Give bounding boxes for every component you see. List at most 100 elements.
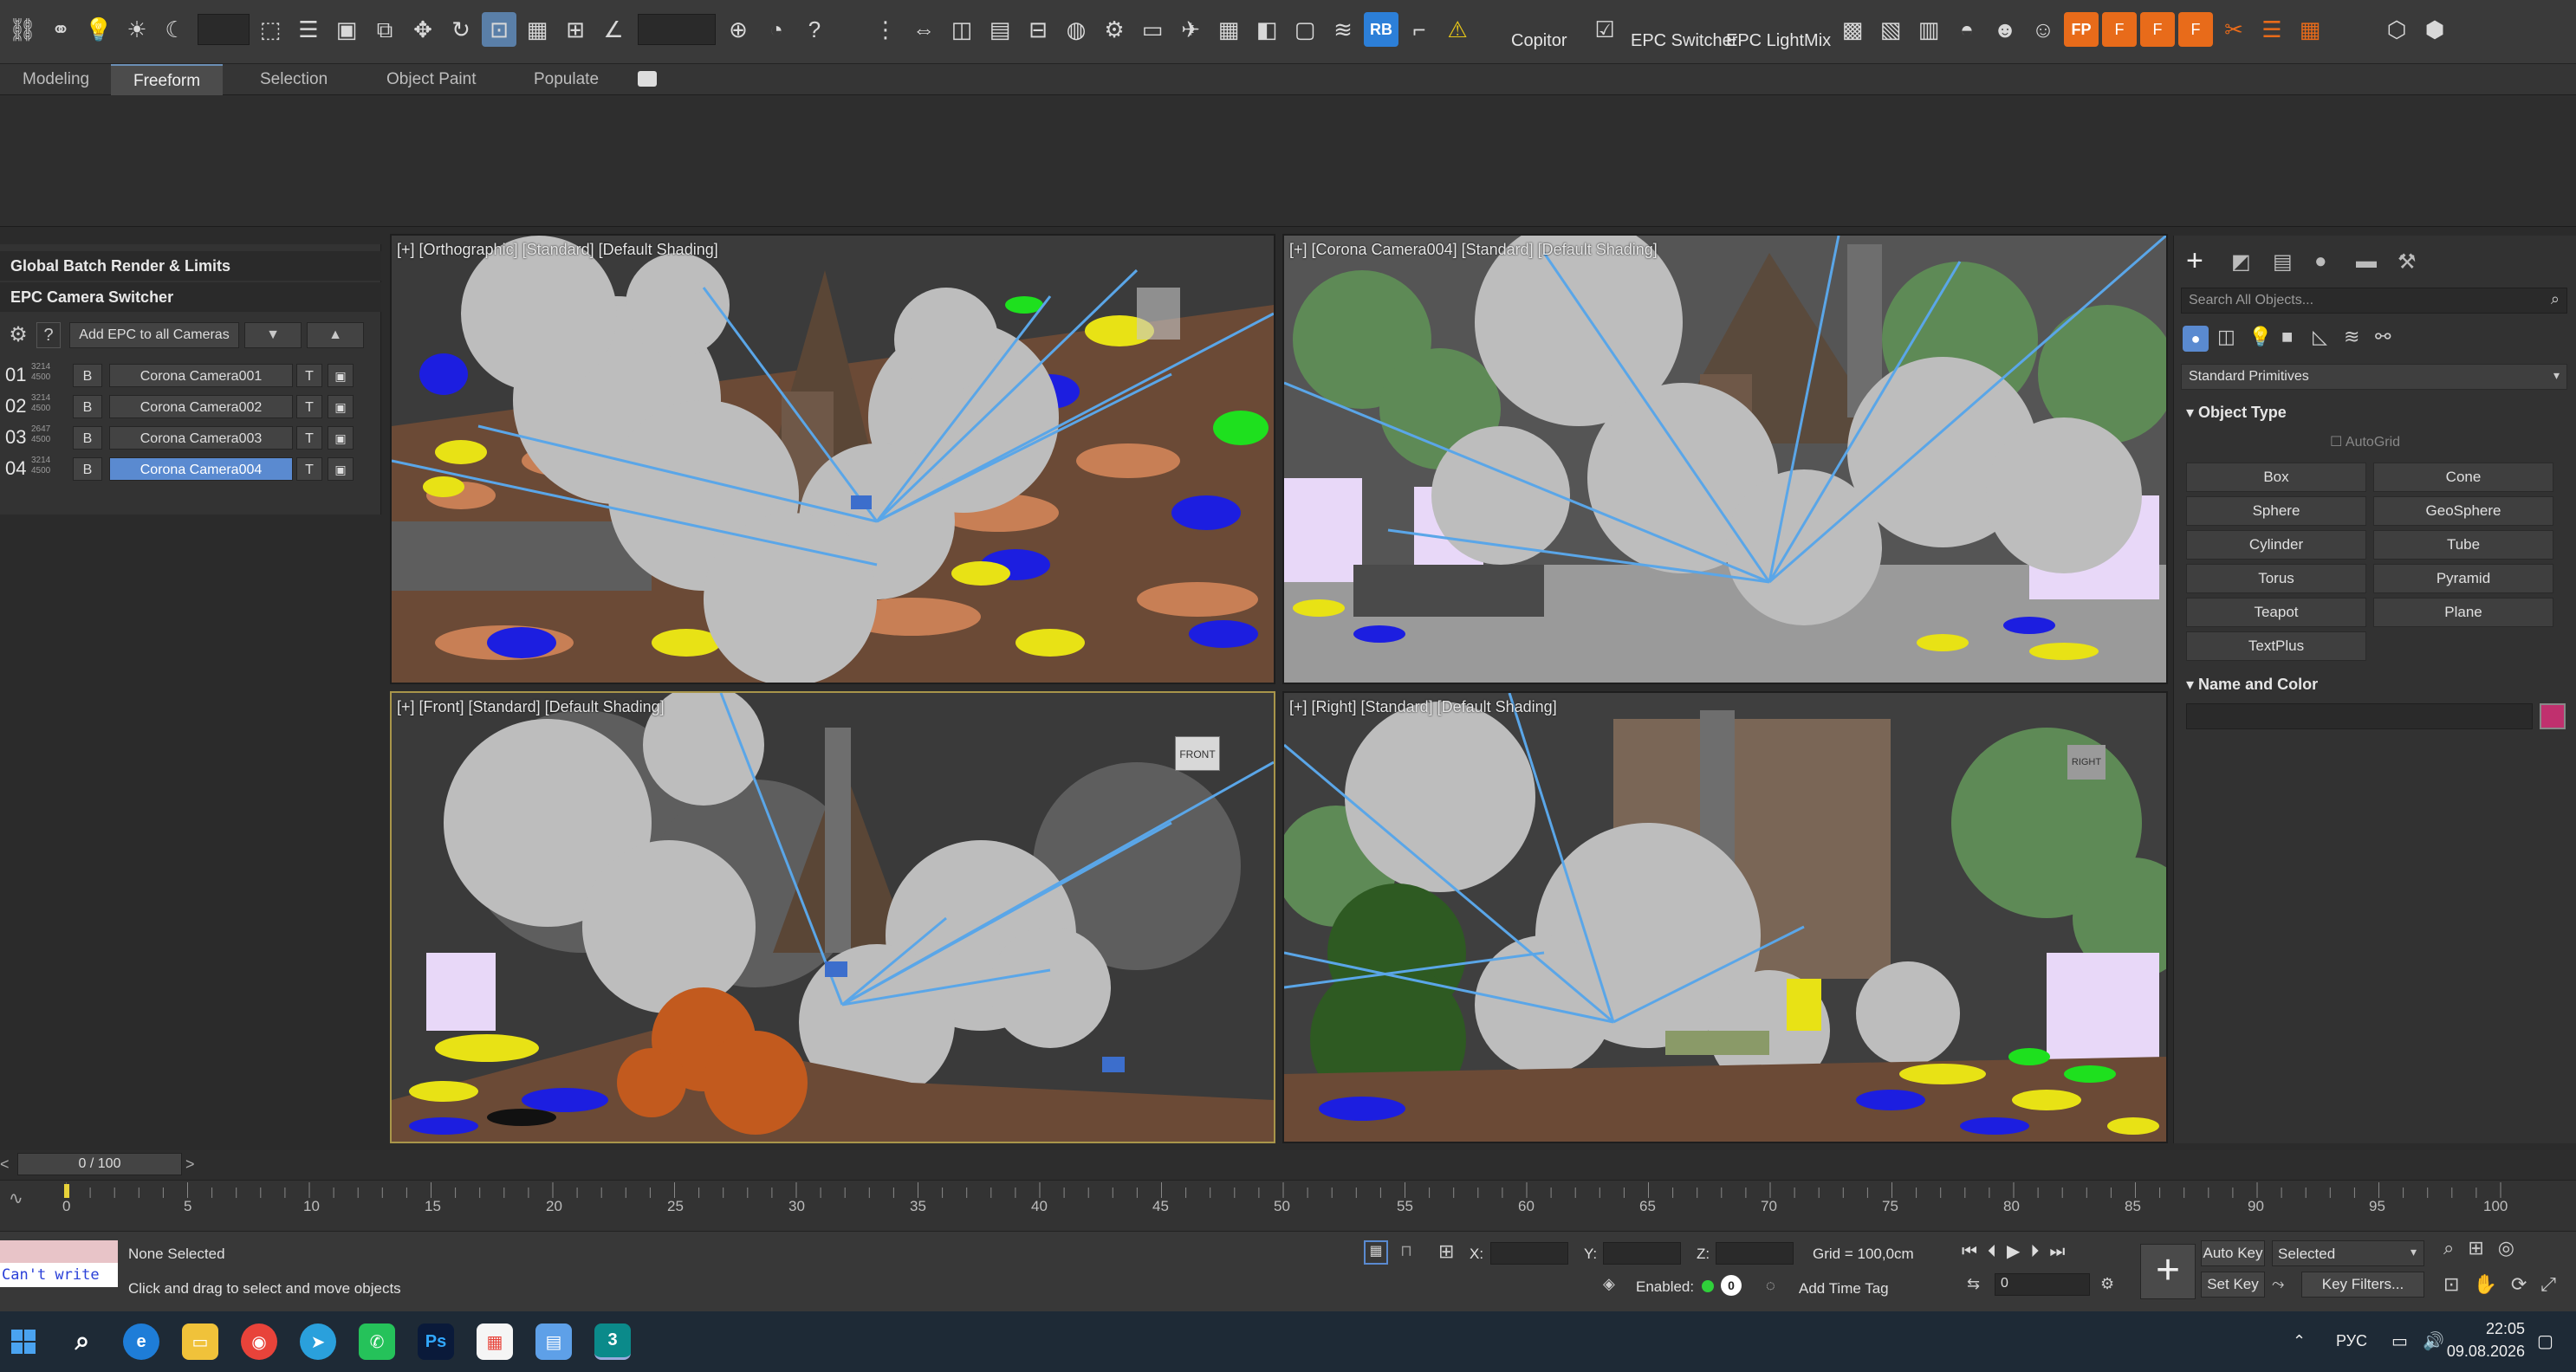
object-name-input[interactable] <box>2186 703 2533 729</box>
clock-date[interactable]: 09.08.2026 <box>2436 1343 2525 1361</box>
goto-end-icon[interactable]: ⏭ <box>2049 1242 2075 1261</box>
goto-start-icon[interactable]: ⏮ <box>1962 1242 1988 1261</box>
pivot-icon[interactable]: ⊕ <box>721 12 756 47</box>
chevron-left-icon[interactable]: < <box>0 1155 10 1174</box>
isolate-icon[interactable]: ▦ <box>1364 1240 1388 1265</box>
absolute-mode-icon[interactable]: ⊞ <box>1438 1240 1454 1263</box>
unlink-icon[interactable]: ⚭ <box>43 12 78 47</box>
tab-freeform[interactable]: Freeform <box>111 64 224 95</box>
select-region-icon[interactable]: ▣ <box>329 12 364 47</box>
chevron-right-icon[interactable]: > <box>185 1155 195 1174</box>
viewport-label[interactable]: [+] [Corona Camera004] [Standard] [Defau… <box>1289 241 1658 259</box>
set-key-big-icon[interactable]: + <box>2140 1244 2196 1299</box>
grid-orange-icon[interactable]: ▦ <box>2293 12 2327 47</box>
tab-modeling[interactable]: Modeling <box>0 64 112 95</box>
pan-icon[interactable]: ✋ <box>2473 1273 2510 1295</box>
key-set-dropdown[interactable]: Selected ▾ <box>2272 1240 2424 1266</box>
y-coordinate-field[interactable] <box>1603 1242 1681 1265</box>
x-coordinate-field[interactable] <box>1490 1242 1568 1265</box>
orbit-icon[interactable]: ⟳ <box>2511 1273 2540 1295</box>
viewcube-right[interactable]: RIGHT <box>2067 745 2106 780</box>
camera-target-button[interactable]: T <box>296 395 322 418</box>
camera-target-button[interactable]: T <box>296 364 322 387</box>
camera-batch-button[interactable]: B <box>73 395 102 418</box>
tab-object-paint[interactable]: Object Paint <box>364 64 499 95</box>
fp-icon[interactable]: FP <box>2064 12 2099 47</box>
color-swatch[interactable] <box>2540 703 2566 729</box>
time-config-icon[interactable]: ⚙ <box>2100 1275 2114 1293</box>
maxscript-listener-output[interactable]: Can't write <box>0 1263 118 1287</box>
torus-button[interactable]: Torus <box>2186 564 2366 593</box>
list-icon[interactable]: ☰ <box>2255 12 2289 47</box>
camera-batch-button[interactable]: B <box>73 457 102 481</box>
time-tag-icon[interactable]: ◌ <box>1766 1277 1775 1295</box>
box-tool-icon[interactable]: ◧ <box>1249 12 1284 47</box>
tab-selection[interactable]: Selection <box>237 64 350 95</box>
track-bar[interactable]: ∿ 0 5 10 15 20 25 30 35 40 45 50 55 60 6… <box>0 1180 2576 1232</box>
key-mode-icon[interactable]: ⇆ <box>1967 1275 1980 1293</box>
prev-frame-icon[interactable]: ⏴ <box>1988 1242 2007 1261</box>
rollout-global-batch[interactable]: Global Batch Render & Limits <box>0 251 381 281</box>
teapot-button[interactable]: Teapot <box>2186 598 2366 627</box>
add-face-icon[interactable]: ☺ <box>2026 12 2060 47</box>
systems-icon[interactable]: ⚯ <box>2375 326 2391 348</box>
gauge-icon[interactable]: ◔ <box>759 12 794 47</box>
move-icon[interactable]: ✥ <box>406 12 440 47</box>
texture-icon-2[interactable]: ▧ <box>1873 12 1908 47</box>
align-icon[interactable]: ⋮ <box>868 12 903 47</box>
viewport-right[interactable]: [+] [Right] [Standard] [Default Shading]… <box>1282 691 2168 1143</box>
layer-icon[interactable]: ◫ <box>944 12 979 47</box>
chrome-icon[interactable]: ◉ <box>241 1323 277 1360</box>
stack-icon[interactable]: ≋ <box>1326 12 1360 47</box>
name-color-header[interactable]: ▾ Name and Color <box>2186 676 2318 694</box>
scale-icon[interactable]: ⊡ <box>482 12 516 47</box>
maxscript-listener-top[interactable] <box>0 1240 118 1263</box>
next-frame-icon[interactable]: ⏵ <box>2030 1242 2049 1261</box>
pyramid-button[interactable]: Pyramid <box>2373 564 2553 593</box>
lock-icon[interactable]: ▣ <box>328 457 354 481</box>
moon-icon[interactable]: ☾ <box>158 12 192 47</box>
textplus-button[interactable]: TextPlus <box>2186 631 2366 661</box>
sun-icon[interactable]: ☀ <box>120 12 154 47</box>
snap-icon[interactable]: ⊞ <box>558 12 593 47</box>
tab-populate[interactable]: Populate <box>511 64 621 95</box>
shapes-icon[interactable]: ◫ <box>2217 326 2235 348</box>
notifications-icon[interactable]: ▢ <box>2537 1330 2553 1352</box>
spacewarps-icon[interactable]: ≋ <box>2344 326 2359 348</box>
settings-gear-icon[interactable]: ⚙ <box>5 322 31 348</box>
camera-target-button[interactable]: T <box>296 426 322 450</box>
maximize-icon[interactable]: ⤢ <box>2540 1273 2570 1295</box>
lock-icon[interactable]: ▣ <box>328 426 354 450</box>
move-down-icon[interactable]: ▼ <box>244 322 302 348</box>
enabled-value[interactable]: 0 <box>1721 1275 1742 1296</box>
telegram-icon[interactable]: ➤ <box>300 1323 336 1360</box>
lock-selection-icon[interactable]: ⊓ <box>1400 1242 1412 1260</box>
viewport-label[interactable]: [+] [Front] [Standard] [Default Shading] <box>397 698 665 716</box>
rotate-icon[interactable]: ↻ <box>444 12 478 47</box>
rollout-epc-camera-switcher[interactable]: EPC Camera Switcher <box>0 282 381 312</box>
angle-snap-icon[interactable]: ∠ <box>596 12 631 47</box>
move-up-icon[interactable]: ▲ <box>307 322 364 348</box>
ribbon-options-icon[interactable] <box>638 71 657 87</box>
grid-tool-icon[interactable]: ▦ <box>1211 12 1246 47</box>
geosphere-button[interactable]: GeoSphere <box>2373 496 2553 526</box>
graph-editor-icon[interactable]: ⊟ <box>1021 12 1055 47</box>
texture-icon-1[interactable]: ▩ <box>1835 12 1870 47</box>
copitor-label[interactable]: Copitor <box>1511 31 1567 51</box>
edge-icon[interactable]: e <box>123 1323 159 1360</box>
adaptive-degradation-icon[interactable]: ◈ <box>1603 1275 1615 1293</box>
autogrid-checkbox[interactable]: ☐ AutoGrid <box>2330 433 2400 450</box>
zoom-extents-icon[interactable]: ◎ <box>2498 1237 2528 1259</box>
primitives-dropdown[interactable]: Standard Primitives ▾ <box>2181 364 2567 390</box>
hex-icon-2[interactable]: ⬢ <box>2417 12 2452 47</box>
frame-counter[interactable]: 0 / 100 <box>17 1153 182 1175</box>
reference-coordinate-dropdown[interactable] <box>638 14 716 45</box>
rb-icon[interactable]: RB <box>1364 12 1398 47</box>
enabled-indicator[interactable] <box>1702 1280 1714 1292</box>
camera-target-button[interactable]: T <box>296 457 322 481</box>
search-input[interactable]: Search All Objects... ⌕ <box>2181 288 2567 314</box>
select-by-name-icon[interactable]: ☰ <box>291 12 326 47</box>
plane-button[interactable]: Plane <box>2373 598 2553 627</box>
helpers-icon[interactable]: ◺ <box>2313 326 2327 348</box>
zoom-icon[interactable]: ⌕ <box>2443 1237 2468 1259</box>
